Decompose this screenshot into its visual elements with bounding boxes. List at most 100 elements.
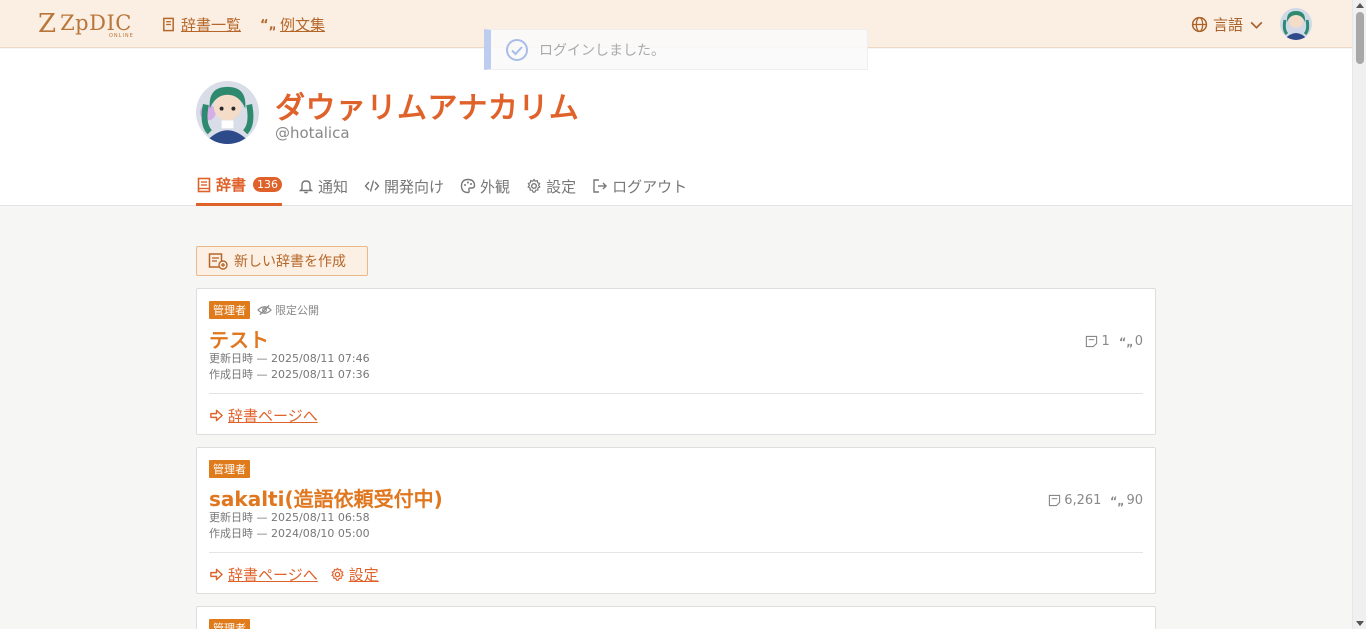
avatar-image bbox=[196, 81, 259, 144]
tab-developers[interactable]: 開発向け bbox=[364, 174, 444, 206]
dictionary-card: 管理者 限定公開 テスト 更新日時 — 2025/08/11 07:46 作成日… bbox=[196, 288, 1156, 435]
quote-icon: “„ bbox=[1110, 495, 1123, 507]
tab-notifications[interactable]: 通知 bbox=[298, 174, 348, 206]
add-dictionary-icon bbox=[208, 253, 228, 270]
dictionary-count-badge: 136 bbox=[253, 177, 283, 192]
profile-avatar bbox=[196, 81, 259, 144]
tab-dictionaries-label: 辞書 bbox=[216, 176, 247, 194]
dictionary-card: 管理者 bbox=[196, 606, 1156, 629]
tab-notifications-label: 通知 bbox=[318, 177, 349, 196]
scrollbar-thumb[interactable] bbox=[1356, 12, 1364, 64]
language-label: 言語 bbox=[1213, 16, 1244, 34]
eye-slash-icon bbox=[257, 304, 272, 316]
palette-icon bbox=[460, 178, 476, 194]
created-at: 作成日時 — 2024/08/10 05:00 bbox=[209, 527, 370, 540]
tab-settings[interactable]: 設定 bbox=[526, 174, 576, 206]
dictionary-settings-label: 設定 bbox=[348, 566, 379, 584]
nav-examples-label: 例文集 bbox=[280, 16, 326, 34]
profile-tabs: 辞書 136 通知 開発向け 外観 設定 ログアウト bbox=[196, 174, 703, 206]
dictionary-card: 管理者 sakalti(造語依頼受付中) 更新日時 — 2025/08/11 0… bbox=[196, 447, 1156, 594]
go-to-dictionary-link[interactable]: 辞書ページへ bbox=[209, 405, 318, 426]
create-dictionary-button[interactable]: 新しい辞書を作成 bbox=[196, 246, 368, 276]
quote-icon: “„ bbox=[1119, 336, 1132, 348]
profile-header: ダウァリムアナカリム @hotalica 辞書 136 通知 開発向け 外観 設… bbox=[0, 49, 1352, 206]
word-count-value: 1 bbox=[1101, 334, 1110, 349]
user-avatar[interactable] bbox=[1280, 8, 1312, 40]
page-scrollbar[interactable] bbox=[1352, 0, 1366, 629]
word-icon bbox=[1049, 494, 1061, 507]
arrow-right-icon bbox=[210, 568, 223, 581]
nav-dictionary-list-label: 辞書一覧 bbox=[181, 16, 242, 34]
profile-name: ダウァリムアナカリム bbox=[275, 91, 580, 126]
go-to-dictionary-label: 辞書ページへ bbox=[228, 566, 318, 584]
gear-icon bbox=[330, 567, 344, 581]
tab-developers-label: 開発向け bbox=[384, 177, 445, 196]
login-toast: ログインしました。 bbox=[484, 29, 868, 70]
word-count: 6,261 bbox=[1048, 493, 1101, 508]
code-icon bbox=[364, 180, 380, 192]
globe-icon bbox=[1191, 16, 1208, 33]
dictionary-stats: 6,261 “„ 90 bbox=[1048, 493, 1143, 508]
zpdic-logo[interactable]: Z ZpDIC ONLINE bbox=[38, 9, 134, 39]
tab-appearance-label: 外観 bbox=[480, 177, 511, 196]
word-count-value: 6,261 bbox=[1064, 493, 1102, 508]
create-dictionary-label: 新しい辞書を作成 bbox=[234, 254, 346, 270]
tab-settings-label: 設定 bbox=[546, 177, 577, 196]
dictionary-dates: 更新日時 — 2025/08/11 06:58 作成日時 — 2024/08/1… bbox=[209, 510, 370, 542]
gear-icon bbox=[527, 178, 541, 193]
visibility-label: 限定公開 bbox=[275, 304, 319, 317]
profile-handle: @hotalica bbox=[275, 124, 350, 142]
logout-icon bbox=[593, 179, 608, 193]
avatar-image bbox=[1280, 8, 1312, 40]
svg-text:“„: “„ bbox=[1110, 495, 1123, 507]
card-actions: 辞書ページへ 設定 bbox=[209, 564, 379, 585]
check-circle-icon bbox=[506, 38, 528, 61]
arrow-right-icon bbox=[210, 409, 223, 422]
created-at: 作成日時 — 2025/08/11 07:36 bbox=[209, 368, 370, 381]
card-tags: 管理者 bbox=[209, 460, 250, 478]
tab-dictionaries[interactable]: 辞書 136 bbox=[196, 174, 283, 206]
nav-dictionary-list[interactable]: 辞書一覧 bbox=[161, 14, 241, 35]
tab-logout-label: ログアウト bbox=[612, 177, 688, 196]
word-count: 1 bbox=[1085, 334, 1110, 349]
book-icon bbox=[163, 17, 174, 32]
scroll-down-arrow[interactable] bbox=[1356, 621, 1364, 626]
go-to-dictionary-label: 辞書ページへ bbox=[228, 407, 318, 425]
role-badge: 管理者 bbox=[209, 460, 250, 478]
role-badge: 管理者 bbox=[209, 619, 250, 629]
card-actions: 辞書ページへ bbox=[209, 405, 318, 426]
dictionary-title[interactable]: sakalti(造語依頼受付中) bbox=[209, 483, 443, 512]
toast-message: ログインしました。 bbox=[539, 42, 665, 59]
dictionary-stats: 1 “„ 0 bbox=[1085, 334, 1143, 349]
example-count: “„ 90 bbox=[1110, 493, 1143, 508]
logo-text: ZpDIC bbox=[60, 11, 132, 35]
dictionary-title[interactable]: テスト bbox=[209, 324, 269, 353]
go-to-dictionary-link[interactable]: 辞書ページへ bbox=[209, 564, 318, 585]
quote-icon: “„ bbox=[260, 18, 275, 32]
dictionary-icon bbox=[197, 177, 211, 192]
logo-subtext: ONLINE bbox=[109, 33, 134, 39]
example-count-value: 90 bbox=[1126, 493, 1143, 508]
tab-appearance[interactable]: 外観 bbox=[460, 174, 510, 206]
dictionary-settings-link[interactable]: 設定 bbox=[330, 564, 379, 585]
chevron-down-icon bbox=[1250, 21, 1263, 29]
nav-examples[interactable]: “„ 例文集 bbox=[260, 14, 325, 35]
language-selector[interactable]: 言語 bbox=[1191, 14, 1265, 35]
updated-at: 更新日時 — 2025/08/11 06:58 bbox=[209, 511, 370, 524]
tab-logout[interactable]: ログアウト bbox=[592, 174, 687, 206]
logo-mark: Z bbox=[38, 9, 57, 39]
card-tags: 管理者 bbox=[209, 619, 250, 629]
role-badge: 管理者 bbox=[209, 301, 250, 319]
bell-icon bbox=[298, 180, 314, 194]
svg-text:“„: “„ bbox=[260, 18, 275, 32]
updated-at: 更新日時 — 2025/08/11 07:46 bbox=[209, 352, 370, 365]
word-icon bbox=[1086, 335, 1098, 348]
dictionary-dates: 更新日時 — 2025/08/11 07:46 作成日時 — 2025/08/1… bbox=[209, 351, 370, 383]
svg-text:“„: “„ bbox=[1119, 336, 1132, 348]
card-divider bbox=[209, 552, 1143, 553]
example-count: “„ 0 bbox=[1119, 334, 1143, 349]
scroll-up-arrow[interactable] bbox=[1356, 3, 1364, 8]
card-divider bbox=[209, 393, 1143, 394]
example-count-value: 0 bbox=[1134, 334, 1143, 349]
visibility-status: 限定公開 bbox=[257, 302, 319, 318]
